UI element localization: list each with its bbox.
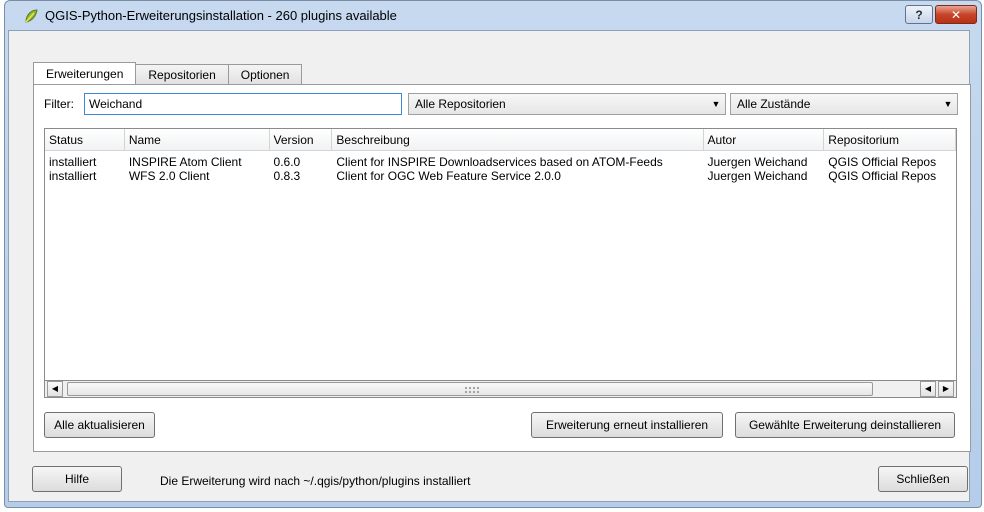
tab-label: Optionen <box>240 67 290 82</box>
cell-status: installiert <box>49 169 97 183</box>
column-header-name[interactable]: Name <box>124 129 270 151</box>
column-header-repository[interactable]: Repositorium <box>824 129 956 151</box>
scroll-left-end-button[interactable]: ◀ <box>920 381 936 397</box>
plugins-table[interactable]: Status Name Version Beschreibung Autor R… <box>44 128 957 398</box>
grip-icon <box>464 386 480 394</box>
cell-author: Juergen Weichand <box>707 169 808 183</box>
state-select[interactable]: Alle Zustände ▼ <box>730 93 958 115</box>
cell-description: Client for OGC Web Feature Service 2.0.0 <box>336 169 561 183</box>
chevron-down-icon: ▼ <box>711 99 721 109</box>
table-row[interactable]: installiert INSPIRE Atom Client 0.6.0 Cl… <box>45 155 956 169</box>
reinstall-plugin-button[interactable]: Erweiterung erneut installieren <box>531 412 723 438</box>
cell-author: Juergen Weichand <box>707 155 808 169</box>
scroll-left-button[interactable]: ◀ <box>47 381 63 397</box>
arrow-left-icon: ◀ <box>51 384 59 393</box>
column-header-version[interactable]: Version <box>269 129 333 151</box>
close-icon: ✕ <box>950 7 962 22</box>
uninstall-plugin-button[interactable]: Gewählte Erweiterung deinstallieren <box>735 412 955 438</box>
cell-status: installiert <box>49 155 97 169</box>
tab-label: Erweiterungen <box>46 66 124 81</box>
title-bar[interactable]: QGIS-Python-Erweiterungsinstallation - 2… <box>5 1 981 31</box>
window-title: QGIS-Python-Erweiterungsinstallation - 2… <box>45 8 397 23</box>
cell-repository: QGIS Official Repos <box>828 169 937 183</box>
close-window-button[interactable]: ✕ <box>935 5 977 24</box>
tab-options[interactable]: Optionen <box>227 64 303 84</box>
table-header: Status Name Version Beschreibung Autor R… <box>45 129 956 151</box>
install-path-message: Die Erweiterung wird nach ~/.qgis/python… <box>160 474 471 488</box>
filter-label: Filter: <box>44 97 74 111</box>
tab-bar: Erweiterungen Repositorien Optionen <box>33 62 303 84</box>
repository-select-value: Alle Repositorien <box>415 97 506 111</box>
close-button[interactable]: Schließen <box>878 466 968 492</box>
filter-input[interactable] <box>84 93 402 115</box>
cell-version: 0.6.0 <box>273 155 301 169</box>
help-button[interactable]: Hilfe <box>32 466 122 492</box>
cell-version: 0.8.3 <box>273 169 301 183</box>
cell-description: Client for INSPIRE Downloadservices base… <box>336 155 663 169</box>
chevron-down-icon: ▼ <box>943 99 953 109</box>
cell-name: WFS 2.0 Client <box>128 169 210 183</box>
column-header-status[interactable]: Status <box>45 129 125 151</box>
cell-name: INSPIRE Atom Client <box>128 155 242 169</box>
column-header-author[interactable]: Autor <box>703 129 825 151</box>
scrollbar-thumb[interactable] <box>67 382 873 396</box>
question-icon: ? <box>915 7 923 22</box>
qgis-leaf-icon <box>25 9 38 23</box>
arrow-right-icon: ▶ <box>942 384 950 393</box>
tab-repositories[interactable]: Repositorien <box>135 64 229 84</box>
horizontal-scrollbar[interactable]: ◀ ◀ ▶ <box>44 380 957 398</box>
scroll-right-button[interactable]: ▶ <box>938 381 954 397</box>
arrow-left-icon: ◀ <box>924 384 932 393</box>
state-select-value: Alle Zustände <box>737 97 811 111</box>
table-body: installiert INSPIRE Atom Client 0.6.0 Cl… <box>45 155 956 183</box>
help-window-button[interactable]: ? <box>905 5 933 24</box>
table-row[interactable]: installiert WFS 2.0 Client 0.8.3 Client … <box>45 169 956 183</box>
repository-select[interactable]: Alle Repositorien ▼ <box>408 93 726 115</box>
update-all-button[interactable]: Alle aktualisieren <box>44 412 155 438</box>
tab-plugins[interactable]: Erweiterungen <box>33 62 137 84</box>
column-header-description[interactable]: Beschreibung <box>332 129 704 151</box>
tab-label: Repositorien <box>148 67 216 82</box>
cell-repository: QGIS Official Repos <box>828 155 937 169</box>
